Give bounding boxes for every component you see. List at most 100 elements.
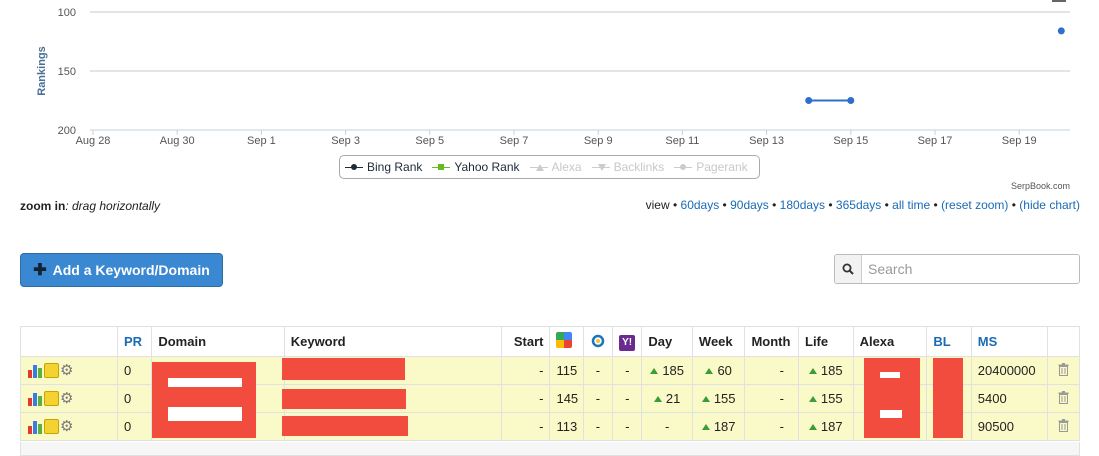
day-change: 185	[662, 363, 685, 378]
redaction-alexa-gap2	[880, 410, 902, 418]
chart-legend: Bing Rank Yahoo Rank Alexa Backlinks Pageran…	[339, 155, 760, 179]
cell-life: 155	[798, 384, 854, 413]
x-tick-label: Aug 30	[160, 135, 195, 147]
reset-zoom-link[interactable]: (reset zoom)	[941, 198, 1008, 212]
cell-life: 185	[798, 356, 854, 385]
legend-item-yahoo-rank[interactable]: Yahoo Rank	[427, 160, 524, 174]
header-keyword[interactable]: Keyword	[283, 326, 502, 357]
trash-icon[interactable]	[1058, 390, 1069, 407]
legend-item-bing-rank[interactable]: Bing Rank	[340, 160, 427, 174]
header-yahoo[interactable]: Y!	[612, 326, 643, 357]
note-icon[interactable]	[44, 363, 59, 379]
header-life[interactable]: Life	[798, 326, 854, 357]
cell-pr: 0	[116, 412, 153, 441]
chart-credit[interactable]: SerpBook.com	[1011, 181, 1070, 191]
table-footer	[20, 442, 1080, 456]
note-icon[interactable]	[44, 391, 59, 407]
legend-item-pagerank[interactable]: Pagerank	[669, 160, 752, 174]
cell-pr: 0	[116, 384, 153, 413]
week-change: 60	[717, 363, 732, 378]
header-bing[interactable]	[582, 326, 614, 357]
legend-item-alexa[interactable]: Alexa	[525, 160, 587, 174]
gear-icon[interactable]: ⚙	[60, 362, 76, 379]
header-week[interactable]: Week	[691, 326, 746, 357]
add-keyword-button[interactable]: ✚ Add a Keyword/Domain	[20, 253, 223, 287]
cell-week: 155	[691, 384, 746, 413]
cell-day: -	[641, 412, 693, 441]
header-google[interactable]	[549, 326, 584, 357]
rankings-chart[interactable]: 100 150 200 Rankings Aug 28 Aug 30 Sep 1 Sep 3 S…	[0, 0, 1099, 150]
redaction-domain-gap2	[168, 407, 242, 421]
redaction-keyword-1	[282, 358, 405, 380]
day-change: -	[664, 419, 670, 434]
header-month[interactable]: Month	[744, 326, 799, 357]
cell-life: 187	[798, 412, 854, 441]
cell-bing-rank: -	[582, 384, 614, 413]
header-day[interactable]: Day	[641, 326, 693, 357]
x-tick-label: Sep 3	[331, 135, 360, 147]
data-point[interactable]	[847, 97, 855, 104]
redaction-domain	[152, 362, 256, 438]
chart-icon[interactable]	[27, 419, 43, 435]
arrow-up-icon	[808, 396, 817, 402]
trash-icon[interactable]	[1058, 362, 1069, 379]
header-alexa[interactable]: Alexa	[852, 326, 928, 357]
data-point[interactable]	[1057, 27, 1065, 35]
cell-delete	[1046, 412, 1081, 441]
view-60days-link[interactable]: 60days	[681, 198, 720, 212]
trash-icon[interactable]	[1058, 418, 1069, 435]
arrow-up-icon	[808, 424, 817, 430]
header-bl[interactable]: BL	[926, 326, 972, 357]
cell-yahoo-rank: -	[612, 384, 643, 413]
header-actions	[20, 326, 118, 357]
x-tick-label: Sep 7	[500, 135, 529, 147]
chart-menu-icon[interactable]	[1052, 0, 1066, 2]
triangle-marker-icon	[529, 163, 548, 171]
gear-icon[interactable]: ⚙	[60, 390, 76, 407]
view-all-time-link[interactable]: all time	[892, 198, 930, 212]
y-tick-label: 150	[58, 66, 76, 78]
circle-marker-icon	[674, 163, 693, 171]
view-365days-link[interactable]: 365days	[836, 198, 881, 212]
row-actions: ⚙	[20, 384, 118, 413]
x-tick-label: Sep 1	[247, 135, 276, 147]
yahoo-icon: Y!	[619, 334, 636, 351]
gear-icon[interactable]: ⚙	[60, 418, 76, 435]
row-actions: ⚙	[20, 412, 118, 441]
cell-day: 185	[641, 356, 693, 385]
x-tick-label: Sep 5	[415, 135, 444, 147]
cell-ms: 20400000	[970, 356, 1048, 385]
legend-item-backlinks[interactable]: Backlinks	[587, 160, 670, 174]
hide-chart-link[interactable]: (hide chart)	[1019, 198, 1080, 212]
view-180days-link[interactable]: 180days	[780, 198, 825, 212]
cell-google-rank: 113	[549, 412, 584, 441]
cell-yahoo-rank: -	[612, 356, 643, 385]
search-input[interactable]	[862, 255, 1079, 283]
header-domain[interactable]: Domain	[151, 326, 285, 357]
legend-label: Alexa	[551, 160, 582, 174]
x-tick-label: Aug 28	[76, 135, 111, 147]
header-start[interactable]: Start	[500, 326, 551, 357]
data-point[interactable]	[805, 97, 813, 104]
chart-icon[interactable]	[27, 363, 43, 379]
chart-icon[interactable]	[27, 391, 43, 407]
cell-google-rank: 145	[549, 384, 584, 413]
cell-pr: 0	[116, 356, 153, 385]
cell-yahoo-rank: -	[612, 412, 643, 441]
header-ms[interactable]: MS	[970, 326, 1048, 357]
header-pr[interactable]: PR	[116, 326, 153, 357]
view-90days-link[interactable]: 90days	[730, 198, 769, 212]
zoom-hint-text: : drag horizontally	[65, 199, 161, 213]
life-change: 187	[820, 419, 843, 434]
zoom-hint-label: zoom in	[20, 199, 66, 213]
table-header-row: PR Domain Keyword Start Y! Day Week Mont…	[20, 326, 1081, 357]
cell-google-rank: 115	[549, 356, 584, 385]
note-icon[interactable]	[44, 419, 59, 435]
row-actions: ⚙	[20, 356, 118, 385]
cell-week: 187	[691, 412, 746, 441]
cell-start: -	[500, 412, 551, 441]
cell-bing-rank: -	[582, 356, 614, 385]
triangle-down-marker-icon	[591, 163, 610, 171]
search-icon[interactable]	[835, 255, 862, 283]
day-change: 21	[665, 391, 681, 406]
